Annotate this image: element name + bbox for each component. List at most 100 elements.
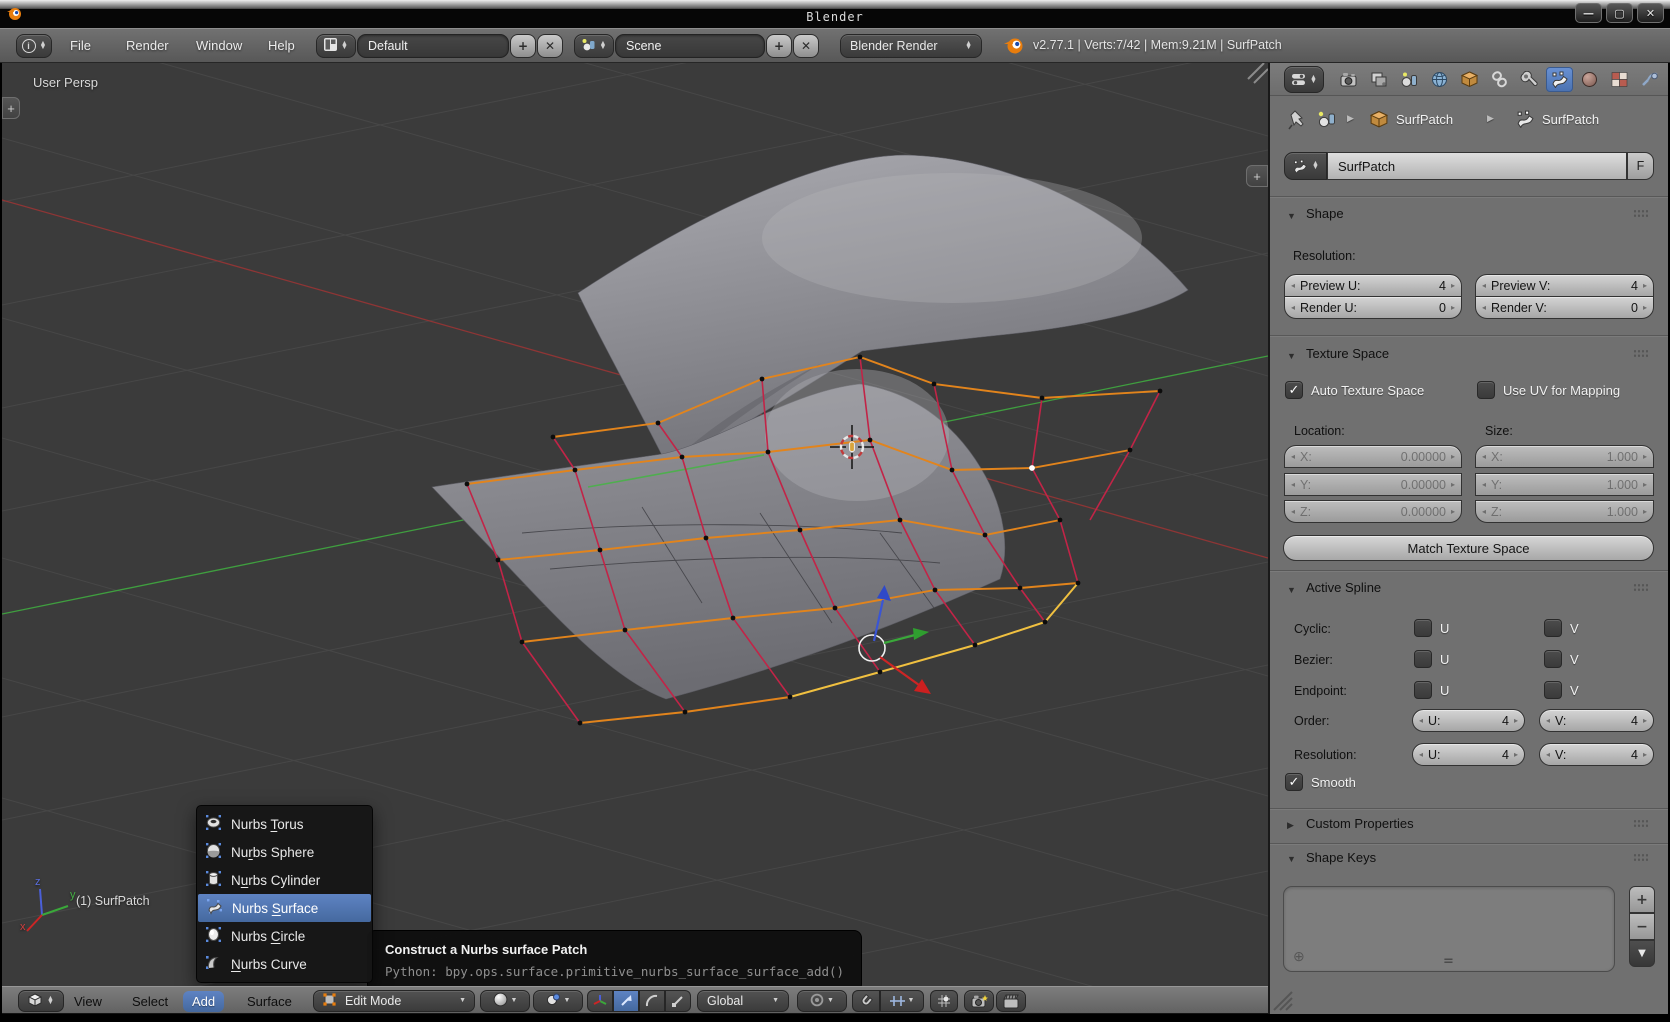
section-active-spline-header[interactable]: Active Spline (1306, 580, 1381, 595)
collapse-triangle-icon[interactable]: ▼ (1287, 351, 1296, 361)
menu-item-nurbs-sphere[interactable]: Nurbs Sphere (197, 838, 372, 866)
snap-target-button[interactable] (930, 990, 958, 1012)
resolution-v-field[interactable]: ◂V:4▸ (1539, 743, 1654, 766)
resize-grip-icon[interactable] (1248, 63, 1268, 83)
texspace-size-z-field[interactable]: ◂Z:1.000▸ (1475, 500, 1654, 523)
decrement-arrow-icon[interactable]: ◂ (1482, 452, 1486, 461)
decrement-arrow-icon[interactable]: ◂ (1546, 750, 1550, 759)
expand-triangle-icon[interactable]: ▶ (1287, 820, 1294, 831)
bezier-u-label[interactable]: U (1440, 652, 1449, 667)
increment-arrow-icon[interactable]: ▸ (1451, 507, 1455, 516)
collapse-triangle-icon[interactable]: ▼ (1287, 585, 1296, 595)
minimize-button[interactable]: — (1575, 3, 1602, 23)
texspace-size-y-field[interactable]: ◂Y:1.000▸ (1475, 473, 1654, 496)
remove-shape-key-button[interactable]: − (1629, 913, 1655, 940)
render-u-field[interactable]: ◂Render U:0▸ (1284, 296, 1462, 319)
surface-data-icon[interactable] (1515, 110, 1535, 131)
pivot-point-dropdown[interactable]: ▼ (533, 990, 583, 1012)
bezier-v-checkbox[interactable] (1544, 650, 1562, 668)
resolution-u-field[interactable]: ◂U:4▸ (1412, 743, 1525, 766)
endpoint-v-checkbox[interactable] (1544, 681, 1562, 699)
menu-item-nurbs-circle[interactable]: Nurbs Circle (197, 922, 372, 950)
add-layout-button[interactable]: + (510, 34, 536, 58)
object-icon[interactable] (1369, 110, 1389, 132)
transform-orientation-dropdown[interactable]: Global ▼ (697, 990, 789, 1012)
scene-selector[interactable]: ▲▼ (574, 34, 614, 58)
datablock-name-field[interactable]: SurfPatch (1327, 152, 1627, 180)
decrement-arrow-icon[interactable]: ◂ (1291, 507, 1295, 516)
editor-type-selector[interactable]: ▲▼ (1284, 66, 1324, 93)
tab-scene[interactable] (1396, 67, 1423, 92)
scale-manipulator-button[interactable] (665, 990, 691, 1012)
increment-arrow-icon[interactable]: ▸ (1643, 303, 1647, 312)
scene-icon[interactable] (1317, 110, 1337, 131)
menu-item-nurbs-curve[interactable]: Nurbs Curve (197, 950, 372, 978)
order-v-field[interactable]: ◂V:4▸ (1539, 709, 1654, 732)
header-menu-select[interactable]: Select (132, 994, 168, 1009)
smooth-label[interactable]: Smooth (1311, 775, 1356, 790)
increment-arrow-icon[interactable]: ▸ (1643, 507, 1647, 516)
decrement-arrow-icon[interactable]: ◂ (1291, 480, 1295, 489)
match-texture-space-button[interactable]: Match Texture Space (1283, 535, 1654, 561)
auto-texture-space-checkbox[interactable]: ✓ (1285, 381, 1303, 399)
menu-item-nurbs-torus[interactable]: Nurbs Torus (197, 810, 372, 838)
panel-drag-grip-icon[interactable] (1633, 853, 1648, 862)
translate-manipulator-button[interactable] (613, 990, 639, 1012)
increment-arrow-icon[interactable]: ▸ (1514, 750, 1518, 759)
delete-layout-button[interactable]: ✕ (537, 34, 563, 58)
decrement-arrow-icon[interactable]: ◂ (1546, 716, 1550, 725)
3d-viewport[interactable]: User Persp (1) SurfPatch z y x + + (2, 63, 1268, 986)
increment-arrow-icon[interactable]: ▸ (1643, 716, 1647, 725)
opengl-render-button[interactable] (964, 990, 994, 1012)
decrement-arrow-icon[interactable]: ◂ (1482, 507, 1486, 516)
texspace-location-z-field[interactable]: ◂Z:0.00000▸ (1284, 500, 1462, 523)
breadcrumb-object-name[interactable]: SurfPatch (1396, 112, 1453, 127)
auto-texture-space-label[interactable]: Auto Texture Space (1311, 383, 1424, 398)
increment-arrow-icon[interactable]: ▸ (1643, 281, 1647, 290)
menu-render[interactable]: Render (126, 38, 169, 53)
menu-help[interactable]: Help (268, 38, 295, 53)
breadcrumb-data-name[interactable]: SurfPatch (1542, 112, 1599, 127)
bezier-u-checkbox[interactable] (1414, 650, 1432, 668)
resize-grip-icon[interactable] (1272, 990, 1296, 1012)
increment-arrow-icon[interactable]: ▸ (1643, 480, 1647, 489)
delete-scene-button[interactable]: ✕ (793, 34, 819, 58)
texspace-size-x-field[interactable]: ◂X:1.000▸ (1475, 445, 1654, 468)
collapse-triangle-icon[interactable]: ▼ (1287, 211, 1296, 221)
panel-drag-grip-icon[interactable] (1633, 583, 1648, 592)
increment-arrow-icon[interactable]: ▸ (1451, 281, 1455, 290)
decrement-arrow-icon[interactable]: ◂ (1291, 281, 1295, 290)
decrement-arrow-icon[interactable]: ◂ (1482, 281, 1486, 290)
header-menu-view[interactable]: View (74, 994, 102, 1009)
shape-key-specials-button[interactable]: ▼ (1629, 940, 1655, 967)
section-shape-header[interactable]: Shape (1306, 206, 1344, 221)
tab-render[interactable] (1336, 67, 1363, 92)
tab-data[interactable] (1546, 67, 1573, 92)
editor-type-button[interactable]: i ▲▼ (16, 34, 52, 58)
cyclic-u-checkbox[interactable] (1414, 619, 1432, 637)
preview-u-field[interactable]: ◂Preview U:4▸ (1284, 274, 1462, 297)
menu-window[interactable]: Window (196, 38, 242, 53)
endpoint-u-checkbox[interactable] (1414, 681, 1432, 699)
menu-file[interactable]: File (70, 38, 91, 53)
cyclic-v-checkbox[interactable] (1544, 619, 1562, 637)
order-u-field[interactable]: ◂U:4▸ (1412, 709, 1525, 732)
decrement-arrow-icon[interactable]: ◂ (1291, 452, 1295, 461)
section-texture-space-header[interactable]: Texture Space (1306, 346, 1389, 361)
menu-item-nurbs-cylinder[interactable]: Nurbs Cylinder (197, 866, 372, 894)
increment-arrow-icon[interactable]: ▸ (1451, 480, 1455, 489)
cyclic-u-label[interactable]: U (1440, 621, 1449, 636)
cyclic-v-label[interactable]: V (1570, 621, 1579, 636)
decrement-arrow-icon[interactable]: ◂ (1419, 716, 1423, 725)
collapse-triangle-icon[interactable]: ▼ (1287, 854, 1296, 864)
tab-render-layers[interactable] (1366, 67, 1393, 92)
endpoint-v-label[interactable]: V (1570, 683, 1579, 698)
section-custom-properties-header[interactable]: Custom Properties (1306, 816, 1414, 831)
panel-drag-grip-icon[interactable] (1633, 349, 1648, 358)
tab-modifiers[interactable] (1516, 67, 1543, 92)
panel-drag-grip-icon[interactable] (1633, 209, 1648, 218)
proportional-edit-dropdown[interactable]: ▼ (797, 990, 847, 1012)
tab-material[interactable] (1576, 67, 1603, 92)
properties-region-expand-tab[interactable]: + (1246, 165, 1268, 187)
viewport-shading-dropdown[interactable]: ▼ (480, 990, 530, 1012)
